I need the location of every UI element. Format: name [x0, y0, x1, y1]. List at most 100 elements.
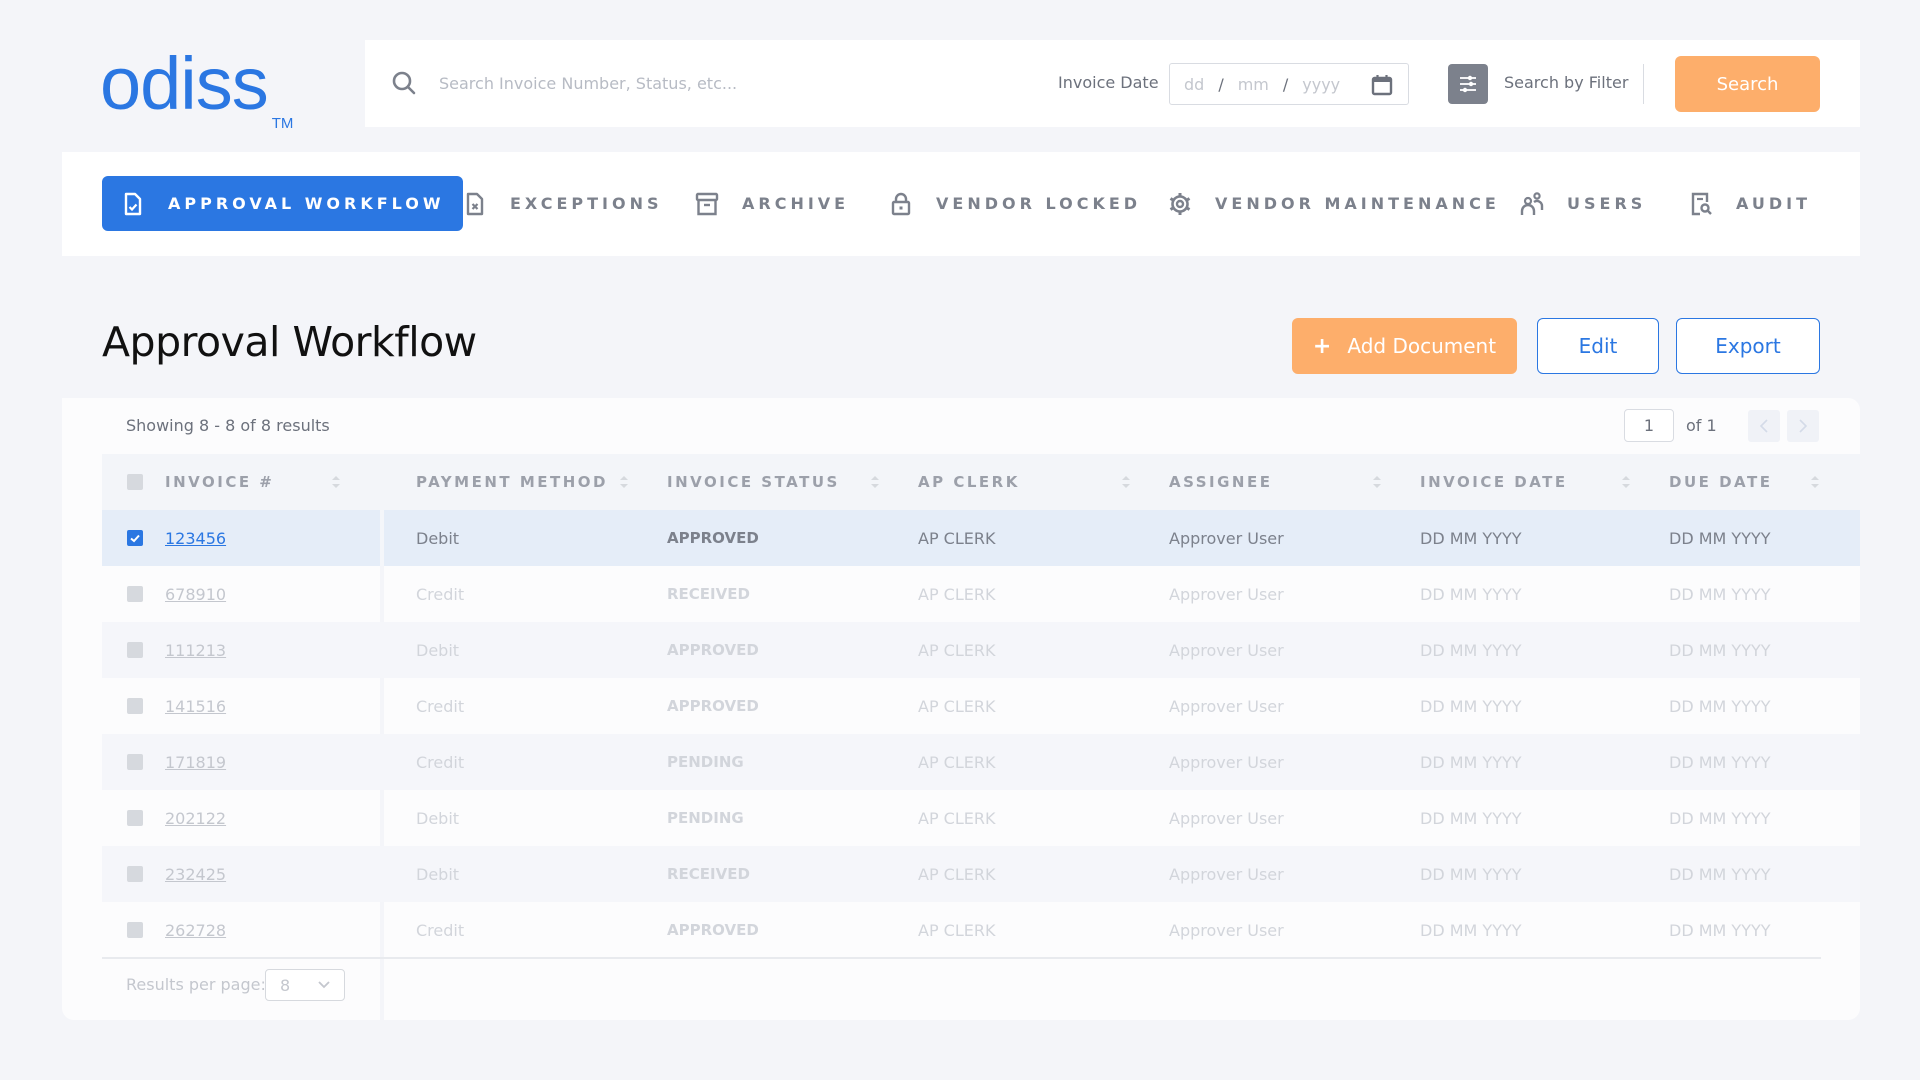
- table-row[interactable]: 123456 Debit APPROVED AP CLERK Approver …: [102, 510, 1860, 566]
- date-month-placeholder: mm: [1237, 74, 1269, 94]
- row-checkbox[interactable]: [127, 866, 143, 882]
- sort-icon[interactable]: [1621, 474, 1631, 490]
- invoice-date-cell: DD MM YYYY: [1420, 864, 1522, 884]
- ap-clerk-cell: AP CLERK: [918, 920, 996, 940]
- table-row[interactable]: 202122 Debit PENDING AP CLERK Approver U…: [102, 790, 1860, 846]
- nav-label: AUDIT: [1736, 194, 1812, 213]
- invoice-link[interactable]: 141516: [165, 697, 226, 716]
- column-header-ap-clerk[interactable]: AP CLERK: [918, 454, 1020, 510]
- due-date-cell: DD MM YYYY: [1669, 752, 1771, 772]
- table-header-row: INVOICE # PAYMENT METHOD INVOICE STATUS …: [102, 454, 1860, 510]
- plus-icon: +: [1312, 333, 1332, 359]
- invoice-link[interactable]: 678910: [165, 585, 226, 604]
- nav-approval-workflow[interactable]: APPROVAL WORKFLOW: [102, 176, 463, 231]
- nav-exceptions[interactable]: EXCEPTIONS: [462, 176, 662, 231]
- column-separator: [380, 790, 384, 846]
- assignee-cell: Approver User: [1169, 696, 1284, 716]
- invoice-link[interactable]: 202122: [165, 809, 226, 828]
- table-row[interactable]: 111213 Debit APPROVED AP CLERK Approver …: [102, 622, 1860, 678]
- sort-icon[interactable]: [1121, 474, 1131, 490]
- payment-method-cell: Credit: [416, 696, 465, 716]
- column-header-invoice-status[interactable]: INVOICE STATUS: [667, 454, 840, 510]
- invoice-link[interactable]: 123456: [165, 529, 226, 548]
- nav-vendor-locked[interactable]: VENDOR LOCKED: [888, 176, 1141, 231]
- table-row[interactable]: 141516 Credit APPROVED AP CLERK Approver…: [102, 678, 1860, 734]
- assignee-cell: Approver User: [1169, 920, 1284, 940]
- document-x-icon: [466, 192, 484, 215]
- table-row[interactable]: 171819 Credit PENDING AP CLERK Approver …: [102, 734, 1860, 790]
- add-document-button[interactable]: + Add Document: [1292, 318, 1517, 374]
- invoice-link[interactable]: 232425: [165, 865, 226, 884]
- date-separator: /: [1282, 74, 1289, 94]
- column-header-invoice-date[interactable]: INVOICE DATE: [1420, 454, 1568, 510]
- invoice-table: INVOICE # PAYMENT METHOD INVOICE STATUS …: [102, 454, 1860, 958]
- search-by-filter-label[interactable]: Search by Filter: [1504, 73, 1628, 92]
- filter-button[interactable]: [1448, 64, 1488, 104]
- sort-icon[interactable]: [331, 474, 341, 490]
- results-per-page-label: Results per page:: [126, 975, 266, 994]
- search-icon: [392, 71, 416, 95]
- due-date-cell: DD MM YYYY: [1669, 528, 1771, 548]
- column-header-due-date[interactable]: DUE DATE: [1669, 454, 1772, 510]
- archive-box-icon: [695, 192, 719, 215]
- invoice-status-cell: PENDING: [667, 753, 744, 771]
- row-checkbox[interactable]: [127, 586, 143, 602]
- payment-method-cell: Credit: [416, 752, 465, 772]
- row-checkbox[interactable]: [127, 810, 143, 826]
- assignee-cell: Approver User: [1169, 528, 1284, 548]
- row-checkbox[interactable]: [127, 530, 143, 546]
- nav-audit[interactable]: AUDIT: [1688, 176, 1811, 231]
- chevron-down-icon: [318, 981, 330, 989]
- nav-users[interactable]: USERS: [1519, 176, 1646, 231]
- next-page-button[interactable]: [1787, 410, 1819, 442]
- column-separator: [380, 959, 384, 1020]
- search-input[interactable]: [439, 62, 959, 104]
- results-per-page-select[interactable]: 8: [265, 969, 345, 1001]
- column-header-payment-method[interactable]: PAYMENT METHOD: [416, 454, 608, 510]
- row-checkbox[interactable]: [127, 922, 143, 938]
- prev-page-button[interactable]: [1748, 410, 1780, 442]
- page-number-input[interactable]: [1624, 409, 1674, 442]
- invoice-date-field[interactable]: dd / mm / yyyy: [1169, 63, 1409, 105]
- invoice-link[interactable]: 111213: [165, 641, 226, 660]
- table-row[interactable]: 678910 Credit RECEIVED AP CLERK Approver…: [102, 566, 1860, 622]
- invoice-link[interactable]: 171819: [165, 753, 226, 772]
- sort-icon[interactable]: [1810, 474, 1820, 490]
- calendar-icon[interactable]: [1370, 73, 1394, 97]
- invoice-status-cell: APPROVED: [667, 921, 759, 939]
- payment-method-cell: Debit: [416, 528, 460, 548]
- brand-logo[interactable]: odiss TM: [100, 42, 293, 132]
- due-date-cell: DD MM YYYY: [1669, 920, 1771, 940]
- column-separator: [380, 510, 384, 566]
- row-checkbox[interactable]: [127, 642, 143, 658]
- nav-archive[interactable]: ARCHIVE: [694, 176, 849, 231]
- payment-method-cell: Debit: [416, 864, 460, 884]
- edit-button[interactable]: Edit: [1537, 318, 1659, 374]
- results-summary: Showing 8 - 8 of 8 results: [126, 416, 330, 435]
- column-header-invoice[interactable]: INVOICE #: [165, 454, 274, 510]
- chevron-left-icon: [1759, 419, 1768, 433]
- main-nav: APPROVAL WORKFLOW EXCEPTIONS ARCHIVE VEN…: [62, 152, 1860, 256]
- table-row[interactable]: 262728 Credit APPROVED AP CLERK Approver…: [102, 902, 1860, 958]
- column-header-assignee[interactable]: ASSIGNEE: [1169, 454, 1272, 510]
- search-button[interactable]: Search: [1675, 56, 1820, 112]
- row-checkbox[interactable]: [127, 754, 143, 770]
- chevron-right-icon: [1799, 419, 1808, 433]
- due-date-cell: DD MM YYYY: [1669, 808, 1771, 828]
- invoice-date-cell: DD MM YYYY: [1420, 696, 1522, 716]
- nav-vendor-maintenance[interactable]: VENDOR MAINTENANCE: [1167, 176, 1500, 231]
- row-checkbox[interactable]: [127, 698, 143, 714]
- invoice-date-cell: DD MM YYYY: [1420, 920, 1522, 940]
- page-total: of 1: [1686, 416, 1717, 435]
- nav-label: APPROVAL WORKFLOW: [168, 194, 445, 213]
- sort-icon[interactable]: [870, 474, 880, 490]
- table-row[interactable]: 232425 Debit RECEIVED AP CLERK Approver …: [102, 846, 1860, 902]
- top-search-bar: Invoice Date dd / mm / yyyy Search by Fi…: [365, 40, 1860, 127]
- select-all-checkbox[interactable]: [127, 474, 143, 490]
- column-separator: [380, 678, 384, 734]
- sort-icon[interactable]: [1372, 474, 1382, 490]
- invoice-status-cell: APPROVED: [667, 641, 759, 659]
- export-button[interactable]: Export: [1676, 318, 1820, 374]
- sort-icon[interactable]: [619, 474, 629, 490]
- invoice-link[interactable]: 262728: [165, 921, 226, 940]
